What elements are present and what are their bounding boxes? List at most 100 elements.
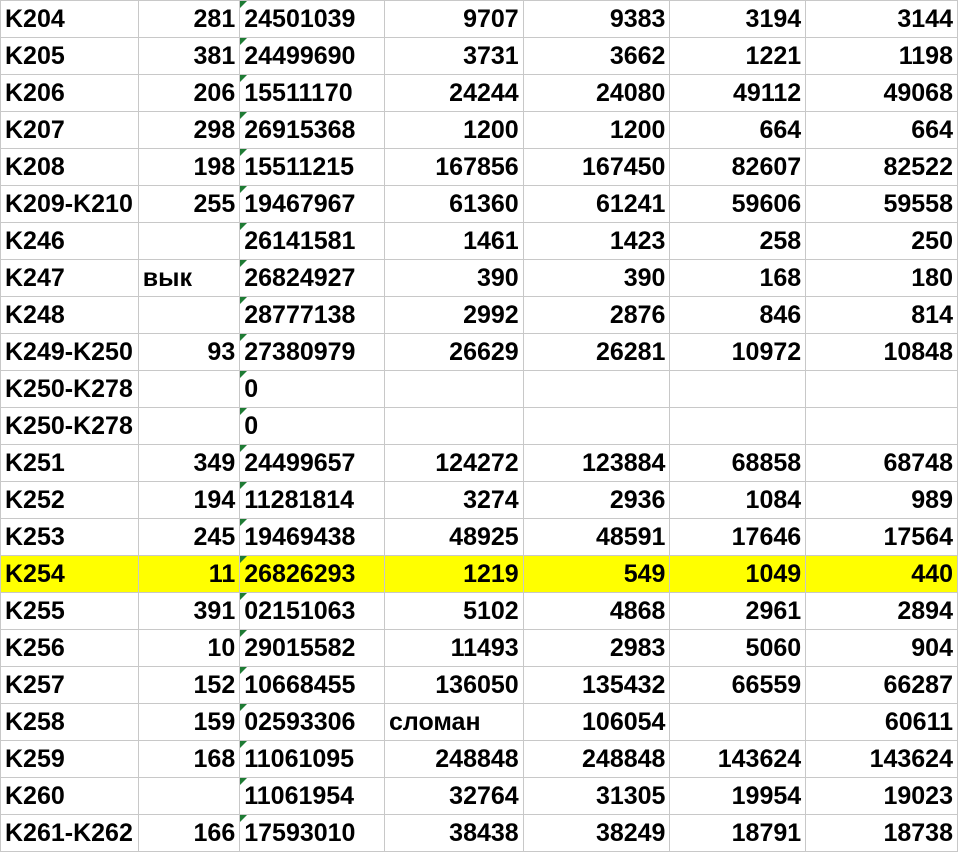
cell-meter-id[interactable]: 26826293 [239,555,385,593]
cell-meter-id[interactable]: 27380979 [239,333,385,371]
cell-value-1[interactable] [383,370,524,408]
cell-value-2[interactable]: 167450 [522,148,671,186]
cell-value-1[interactable]: 48925 [383,518,524,556]
cell-value-2[interactable]: 106054 [522,703,671,741]
cell-value-3[interactable]: 143624 [669,740,807,778]
cell-meter-id[interactable]: 0 [239,370,385,408]
cell-value-4[interactable]: 66287 [805,666,958,704]
cell-name[interactable]: K248 [0,296,139,334]
cell-value-1[interactable]: 38438 [383,814,524,852]
cell-value-2[interactable]: 48591 [522,518,671,556]
cell-value-1[interactable]: 2992 [383,296,524,334]
cell-value-3[interactable]: 2961 [669,592,807,630]
cell-name[interactable]: K257 [0,666,139,704]
cell-name[interactable]: K207 [0,111,139,149]
cell-value-1[interactable]: сломан [383,703,524,741]
cell-value-4[interactable]: 814 [805,296,958,334]
cell-value-1[interactable]: 136050 [383,666,524,704]
cell-value-2[interactable]: 1423 [522,222,671,260]
cell-value-2[interactable]: 1200 [522,111,671,149]
cell-value-4[interactable]: 60611 [805,703,958,741]
cell-number[interactable]: вык [137,259,241,297]
cell-name[interactable]: K253 [0,518,139,556]
cell-number[interactable]: 298 [137,111,241,149]
cell-name[interactable]: K250-K278 [0,370,139,408]
cell-meter-id[interactable]: 26915368 [239,111,385,149]
cell-name[interactable]: K246 [0,222,139,260]
cell-name[interactable]: K255 [0,592,139,630]
cell-name[interactable]: K260 [0,777,139,815]
cell-value-1[interactable]: 26629 [383,333,524,371]
cell-meter-id[interactable]: 24499690 [239,37,385,75]
cell-value-3[interactable]: 18791 [669,814,807,852]
cell-value-3[interactable]: 1049 [669,555,807,593]
cell-meter-id[interactable]: 11061954 [239,777,385,815]
cell-value-2[interactable]: 9383 [522,0,671,38]
cell-number[interactable]: 255 [137,185,241,223]
cell-name[interactable]: K209-K210 [0,185,139,223]
cell-value-2[interactable]: 135432 [522,666,671,704]
cell-name[interactable]: K247 [0,259,139,297]
cell-value-2[interactable]: 123884 [522,444,671,482]
cell-value-4[interactable]: 68748 [805,444,958,482]
cell-name[interactable]: K205 [0,37,139,75]
cell-meter-id[interactable]: 11281814 [239,481,385,519]
cell-value-3[interactable]: 664 [669,111,807,149]
cell-value-1[interactable]: 3731 [383,37,524,75]
cell-value-4[interactable] [805,370,958,408]
cell-value-2[interactable]: 26281 [522,333,671,371]
cell-value-4[interactable]: 17564 [805,518,958,556]
cell-meter-id[interactable]: 10668455 [239,666,385,704]
cell-value-3[interactable]: 258 [669,222,807,260]
cell-name[interactable]: K258 [0,703,139,741]
cell-value-3[interactable]: 5060 [669,629,807,667]
cell-name[interactable]: K250-K278 [0,407,139,445]
cell-value-3[interactable]: 59606 [669,185,807,223]
cell-value-2[interactable]: 3662 [522,37,671,75]
cell-meter-id[interactable]: 02151063 [239,592,385,630]
cell-meter-id[interactable]: 15511215 [239,148,385,186]
cell-value-2[interactable]: 61241 [522,185,671,223]
cell-value-1[interactable]: 5102 [383,592,524,630]
cell-meter-id[interactable]: 02593306 [239,703,385,741]
cell-meter-id[interactable]: 19469438 [239,518,385,556]
cell-value-4[interactable] [805,407,958,445]
cell-meter-id[interactable]: 28777138 [239,296,385,334]
cell-value-1[interactable] [383,407,524,445]
cell-value-1[interactable]: 167856 [383,148,524,186]
cell-meter-id[interactable]: 0 [239,407,385,445]
cell-number[interactable]: 93 [137,333,241,371]
cell-value-3[interactable]: 82607 [669,148,807,186]
cell-meter-id[interactable]: 26141581 [239,222,385,260]
cell-value-2[interactable]: 549 [522,555,671,593]
cell-value-1[interactable]: 390 [383,259,524,297]
cell-number[interactable]: 349 [137,444,241,482]
cell-meter-id[interactable]: 24499657 [239,444,385,482]
cell-name[interactable]: K252 [0,481,139,519]
cell-name[interactable]: K204 [0,0,139,38]
cell-value-4[interactable]: 440 [805,555,958,593]
cell-value-2[interactable]: 38249 [522,814,671,852]
cell-name[interactable]: K254 [0,555,139,593]
cell-name[interactable]: K249-K250 [0,333,139,371]
cell-meter-id[interactable]: 15511170 [239,74,385,112]
cell-number[interactable]: 206 [137,74,241,112]
cell-number[interactable]: 281 [137,0,241,38]
cell-number[interactable] [137,222,241,260]
cell-number[interactable]: 10 [137,629,241,667]
cell-meter-id[interactable]: 24501039 [239,0,385,38]
cell-value-2[interactable]: 2936 [522,481,671,519]
cell-value-1[interactable]: 9707 [383,0,524,38]
cell-number[interactable]: 166 [137,814,241,852]
cell-value-4[interactable]: 59558 [805,185,958,223]
cell-value-1[interactable]: 1219 [383,555,524,593]
cell-value-2[interactable] [522,407,671,445]
cell-value-1[interactable]: 1200 [383,111,524,149]
cell-value-4[interactable]: 49068 [805,74,958,112]
cell-number[interactable] [137,296,241,334]
cell-value-1[interactable]: 61360 [383,185,524,223]
cell-value-4[interactable]: 10848 [805,333,958,371]
cell-name[interactable]: K256 [0,629,139,667]
cell-value-3[interactable] [669,370,807,408]
cell-number[interactable] [137,777,241,815]
